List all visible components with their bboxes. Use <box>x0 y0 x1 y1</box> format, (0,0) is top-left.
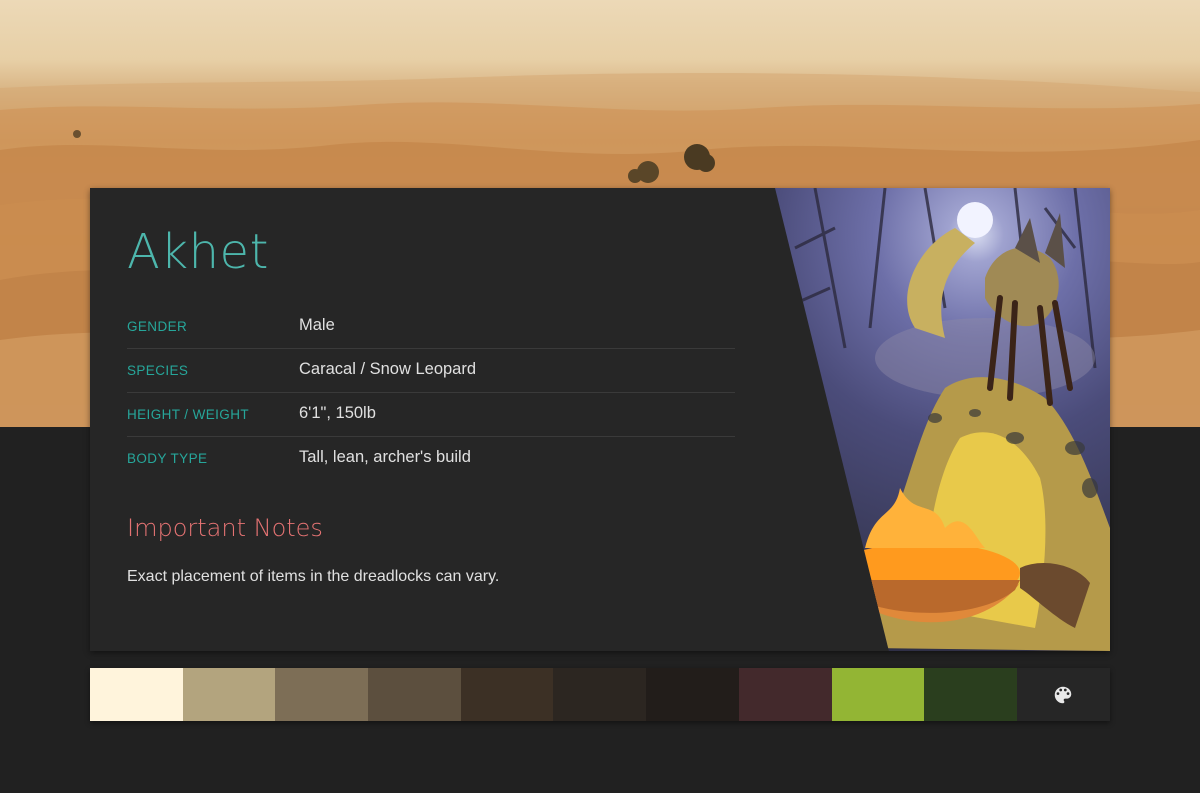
stat-value: Tall, lean, archer's build <box>299 448 471 466</box>
stat-row-species: SPECIES Caracal / Snow Leopard <box>127 349 735 393</box>
color-swatch[interactable] <box>90 668 183 721</box>
stat-label: SPECIES <box>127 363 189 378</box>
color-swatch[interactable] <box>924 668 1017 721</box>
stat-row-body-type: BODY TYPE Tall, lean, archer's build <box>127 437 735 480</box>
notes-text: Exact placement of items in the dreadloc… <box>127 568 500 585</box>
palette-icon <box>1055 686 1072 703</box>
character-card: Akhet GENDER Male SPECIES Caracal / Snow… <box>90 188 1110 651</box>
color-swatch[interactable] <box>738 668 832 721</box>
stat-label: HEIGHT / WEIGHT <box>127 407 250 422</box>
color-swatch[interactable] <box>646 668 739 721</box>
color-swatch[interactable] <box>275 668 369 721</box>
stat-row-gender: GENDER Male <box>127 305 735 349</box>
notes-heading: Important Notes <box>127 514 323 542</box>
character-artwork <box>775 188 1110 651</box>
palette-button[interactable] <box>1017 668 1110 721</box>
color-swatch[interactable] <box>460 668 554 721</box>
color-swatch[interactable] <box>182 668 276 721</box>
color-palette <box>90 668 1110 721</box>
stat-label: BODY TYPE <box>127 451 208 466</box>
character-illustration <box>784 188 1110 651</box>
stat-label: GENDER <box>127 319 188 334</box>
stats-list: GENDER Male SPECIES Caracal / Snow Leopa… <box>127 305 735 480</box>
stat-value: Caracal / Snow Leopard <box>299 360 477 378</box>
stat-value: 6'1", 150lb <box>299 404 376 422</box>
stat-row-height-weight: HEIGHT / WEIGHT 6'1", 150lb <box>127 393 735 437</box>
color-swatch[interactable] <box>368 668 461 721</box>
color-swatch[interactable] <box>831 668 925 721</box>
character-name: Akhet <box>127 224 269 280</box>
color-swatch[interactable] <box>553 668 647 721</box>
stat-value: Male <box>299 316 335 334</box>
